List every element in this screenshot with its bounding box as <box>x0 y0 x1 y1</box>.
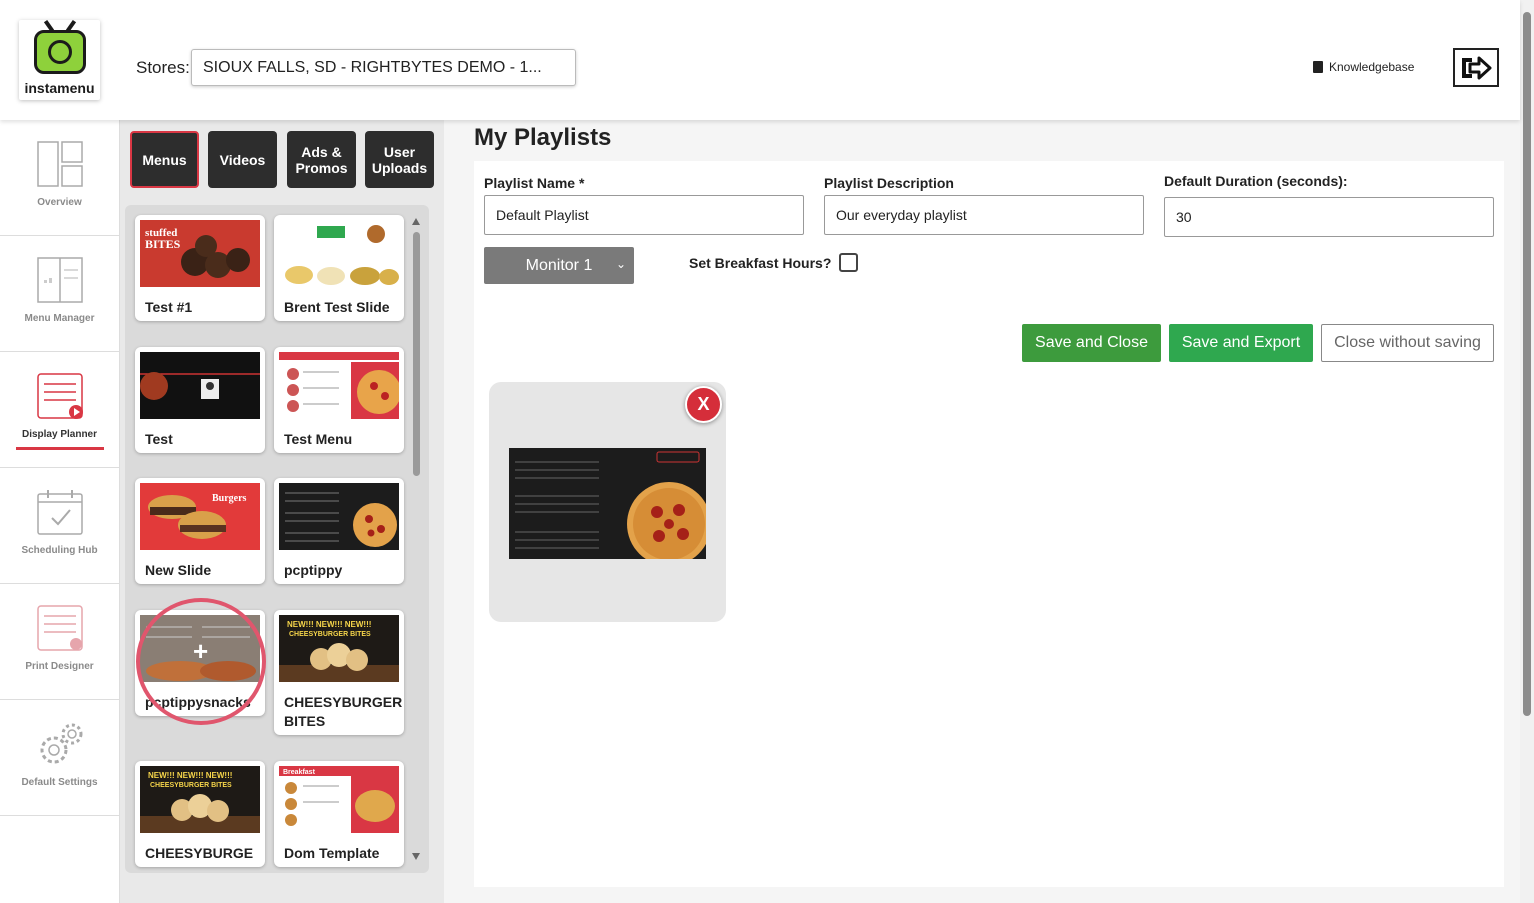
library-scroll-thumb[interactable] <box>413 232 420 476</box>
card-name: CHEESYBURGE <box>145 845 254 861</box>
print-icon <box>37 605 83 651</box>
card-thumbnail: Breakfast <box>279 766 399 833</box>
svg-text:CHEESYBURGER BITES: CHEESYBURGER BITES <box>289 631 371 638</box>
monitor-select[interactable]: Monitor 1 ⌄ <box>484 247 634 284</box>
chevron-down-icon: ⌄ <box>615 257 626 271</box>
stores-label: Stores: <box>136 58 190 77</box>
page-title: My Playlists <box>474 124 612 151</box>
library-card[interactable]: Brent Test Slide <box>274 215 404 321</box>
sidebar-item-overview[interactable]: Overview <box>0 120 119 236</box>
card-name: Test #1 <box>145 299 193 315</box>
card-thumbnail <box>279 483 399 550</box>
stores-select[interactable]: SIOUX FALLS, SD - RIGHTBYTES DEMO - 1... <box>191 49 576 86</box>
library-card[interactable]: Burgers New Slide <box>135 478 265 584</box>
card-name: CHEESYBURGER BITES <box>284 694 403 729</box>
knowledgebase-label: Knowledgebase <box>1329 60 1415 74</box>
card-name: Test <box>145 431 173 447</box>
sidebar-item-default-settings[interactable]: Default Settings <box>0 700 119 816</box>
library-card[interactable]: Breakfast Dom Template <box>274 761 404 867</box>
card-name: New Slide <box>145 562 212 578</box>
playlist-name-input[interactable]: Default Playlist <box>484 195 804 235</box>
gears-icon <box>40 723 83 764</box>
tab-ads-promos[interactable]: Ads & Promos <box>287 131 356 188</box>
tab-menus[interactable]: Menus <box>130 131 199 188</box>
page-scroll-thumb[interactable] <box>1523 12 1531 716</box>
logout-button[interactable] <box>1453 48 1499 87</box>
sidebar-item-label: Print Designer <box>25 661 94 672</box>
display-planner-icon <box>37 373 83 419</box>
breakfast-hours-checkbox[interactable] <box>839 253 858 272</box>
default-duration-input[interactable]: 30 <box>1164 197 1494 237</box>
card-name: pcptippy <box>284 562 343 578</box>
breakfast-hours-label: Set Breakfast Hours? <box>689 255 832 271</box>
card-thumbnail: NEW!!! NEW!!! NEW!!! CHEESYBURGER BITES <box>140 766 260 833</box>
svg-text:Burgers: Burgers <box>212 493 247 504</box>
sidebar-item-menu-manager[interactable]: Menu Manager <box>0 236 119 352</box>
playlist-description-label: Playlist Description <box>824 175 954 191</box>
card-thumbnail: + <box>140 615 260 682</box>
library-card[interactable]: pcptippy <box>274 478 404 584</box>
svg-text:+: + <box>193 636 208 666</box>
sidebar-nav: Overview Menu Manager Display Planner Sc… <box>0 120 120 903</box>
default-duration-label: Default Duration (seconds): <box>1164 173 1348 189</box>
monitor-select-value: Monitor 1 <box>525 256 593 274</box>
card-name: Dom Template <box>284 845 380 861</box>
calendar-check-icon <box>37 490 83 535</box>
library-card[interactable]: + pcptippysnacks <box>135 610 265 716</box>
svg-text:NEW!!! NEW!!! NEW!!!: NEW!!! NEW!!! NEW!!! <box>287 620 371 629</box>
layout-icon <box>37 141 83 187</box>
page-scrollbar[interactable] <box>1520 0 1534 903</box>
library-card[interactable]: Test Menu <box>274 347 404 453</box>
tab-videos[interactable]: Videos <box>208 131 277 188</box>
card-thumbnail: stuffed BITES <box>140 220 260 287</box>
svg-text:Breakfast: Breakfast <box>283 769 316 776</box>
tab-user-uploads[interactable]: User Uploads <box>365 131 434 188</box>
top-header: instamenu Stores: SIOUX FALLS, SD - RIGH… <box>0 0 1520 120</box>
library-card[interactable]: NEW!!! NEW!!! NEW!!! CHEESYBURGER BITES … <box>274 610 404 735</box>
remove-playlist-item-button[interactable]: X <box>685 386 722 423</box>
svg-text:BITES: BITES <box>145 237 181 251</box>
svg-text:CHEESYBURGER BITES: CHEESYBURGER BITES <box>150 782 232 789</box>
sidebar-item-label: Display Planner <box>21 429 98 440</box>
logo-wordmark: instamenu <box>24 80 95 96</box>
logout-icon <box>1462 56 1492 79</box>
book-icon <box>1313 61 1323 73</box>
card-thumbnail: NEW!!! NEW!!! NEW!!! CHEESYBURGER BITES <box>279 615 399 682</box>
library-card[interactable]: stuffed BITES Test #1 <box>135 215 265 321</box>
library-card[interactable]: NEW!!! NEW!!! NEW!!! CHEESYBURGER BITES … <box>135 761 265 867</box>
save-and-export-button[interactable]: Save and Export <box>1169 324 1313 362</box>
card-name: pcptippysnacks <box>145 694 251 710</box>
card-name: Brent Test Slide <box>284 299 390 315</box>
sidebar-item-label: Overview <box>37 197 82 208</box>
close-without-saving-button[interactable]: Close without saving <box>1321 324 1494 362</box>
save-and-close-button[interactable]: Save and Close <box>1022 324 1161 362</box>
sidebar-item-print-designer[interactable]: Print Designer <box>0 584 119 700</box>
playlist-item-thumbnail <box>509 448 706 559</box>
svg-text:NEW!!! NEW!!! NEW!!!: NEW!!! NEW!!! NEW!!! <box>148 771 232 780</box>
sidebar-item-label: Menu Manager <box>24 313 95 324</box>
tv-logo-icon <box>34 30 86 74</box>
sidebar-item-display-planner[interactable]: Display Planner <box>0 352 119 468</box>
card-thumbnail <box>279 220 399 287</box>
active-indicator <box>16 447 104 450</box>
playlist-description-input[interactable]: Our everyday playlist <box>824 195 1144 235</box>
card-name: Test Menu <box>284 431 353 447</box>
sidebar-item-scheduling-hub[interactable]: Scheduling Hub <box>0 468 119 584</box>
menu-board-icon <box>37 257 83 303</box>
instamenu-logo[interactable]: instamenu <box>19 20 100 100</box>
sidebar-item-label: Scheduling Hub <box>21 545 98 556</box>
knowledgebase-link[interactable]: Knowledgebase <box>1313 60 1414 74</box>
card-thumbnail <box>279 352 399 419</box>
card-thumbnail <box>140 352 260 419</box>
card-thumbnail: Burgers <box>140 483 260 550</box>
library-card[interactable]: Test <box>135 347 265 453</box>
sidebar-item-label: Default Settings <box>21 777 98 788</box>
playlist-name-label: Playlist Name * <box>484 175 585 191</box>
